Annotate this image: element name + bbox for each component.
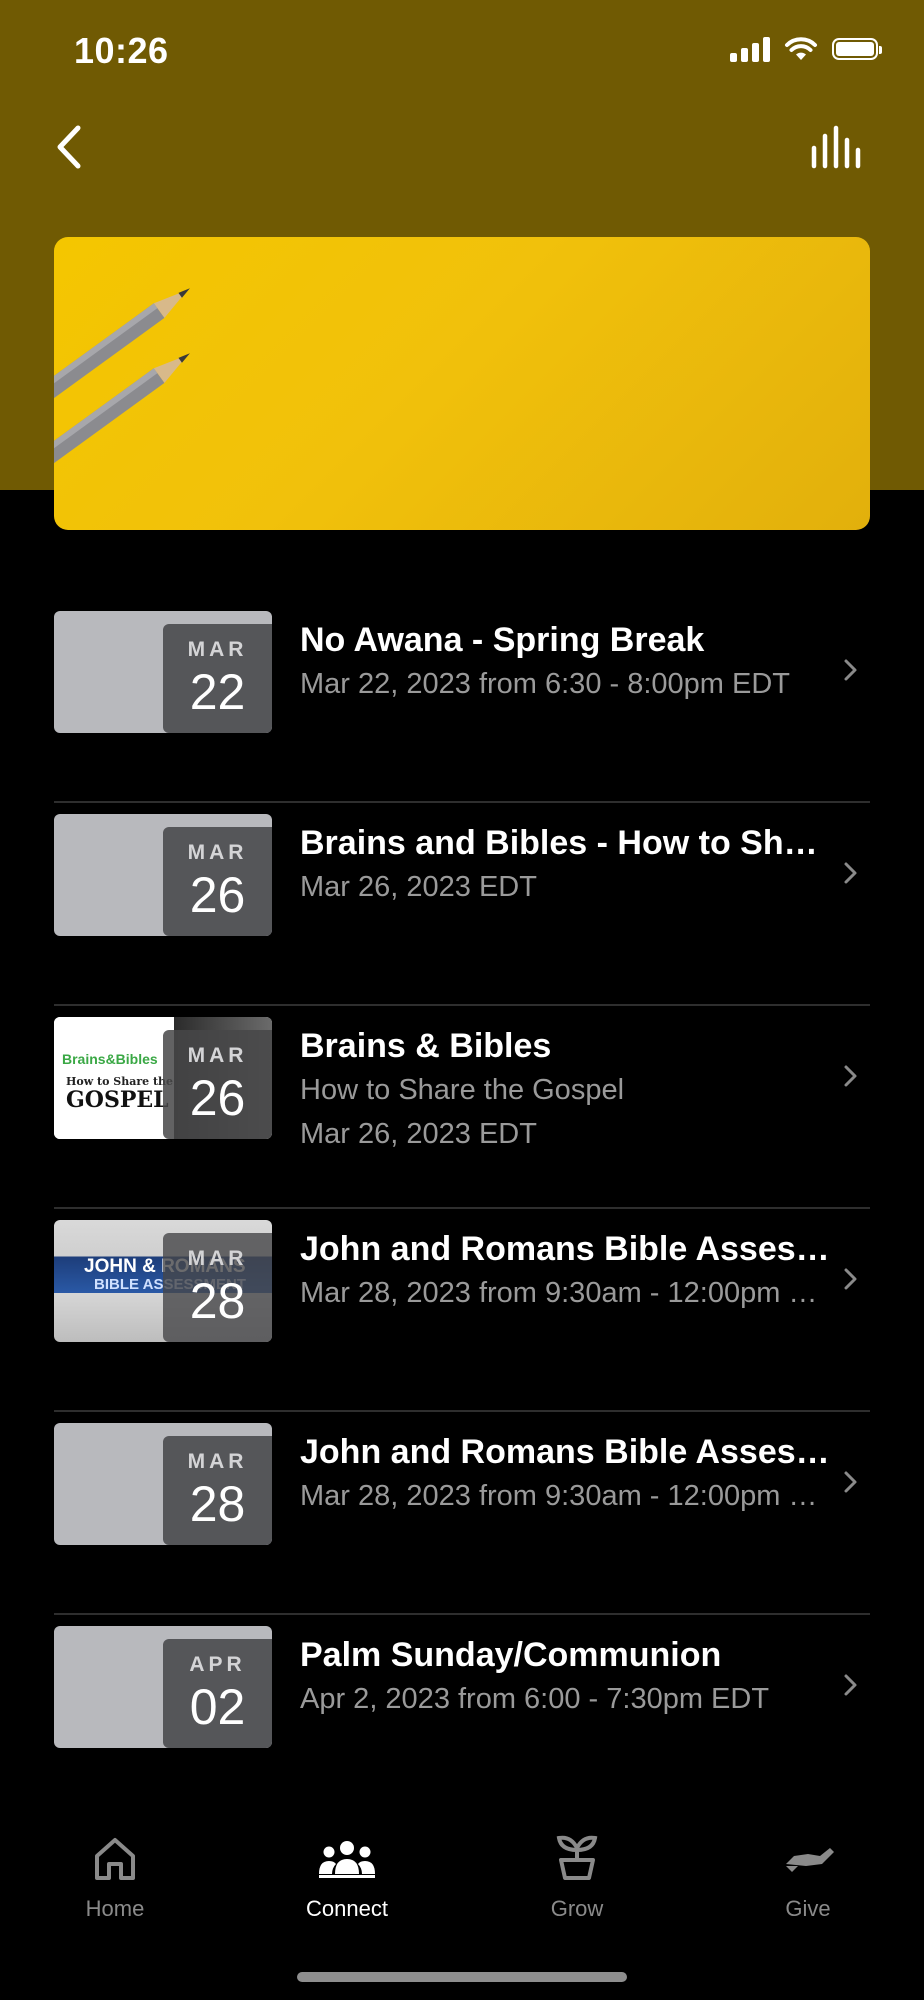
event-row[interactable]: Brains&Bibles How to Share the GOSPEL MA… [54,1006,870,1209]
event-row[interactable]: MAR 22 No Awana - Spring Break Mar 22, 2… [54,600,870,803]
event-row[interactable]: JOHN & ROMANS BIBLE ASSESSMENT MAR 28 Jo… [54,1209,870,1412]
back-button[interactable] [52,118,96,178]
date-day: 28 [189,1273,246,1329]
tab-label: Home [85,1896,145,1921]
event-row[interactable]: MAR 28 John and Romans Bible Assessment … [54,1412,870,1615]
event-title: Brains & Bibles [300,1027,552,1065]
wifi-icon [785,37,817,60]
giving-hand-icon [786,1848,834,1872]
date-badge: MAR 28 [163,1436,272,1545]
home-icon [95,1838,135,1880]
date-month: APR [189,1653,246,1676]
event-date: Apr 2, 2023 from 6:00 - 7:30pm EDT [300,1683,770,1715]
event-date: Mar 26, 2023 EDT [300,871,537,903]
event-title: No Awana - Spring Break [300,621,705,659]
chevron-right-icon [844,1674,857,1696]
date-month: MAR [187,638,248,661]
thumb-brand-text: Brains&Bibles [62,1051,158,1067]
event-title: John and Romans Bible Assessment [300,1433,830,1471]
event-thumbnail: MAR 22 [54,611,272,733]
tab-connect[interactable]: Connect [272,1830,422,1922]
audio-bars-icon [811,125,861,169]
chevron-left-icon [57,125,81,169]
tab-label: Grow [550,1896,604,1921]
event-thumbnail: MAR 26 [54,814,272,936]
event-thumbnail: JOHN & ROMANS BIBLE ASSESSMENT MAR 28 [54,1220,272,1342]
chevron-right-icon [844,862,857,884]
date-badge: MAR 22 [163,624,272,733]
date-month: MAR [187,1247,248,1270]
event-row[interactable]: APR 02 Palm Sunday/Communion Apr 2, 2023… [54,1615,870,1818]
event-title: John and Romans Bible Assessment [300,1230,830,1268]
event-thumbnail: APR 02 [54,1626,272,1748]
event-date: Mar 22, 2023 from 6:30 - 8:00pm EDT [300,668,790,700]
tab-bar: Home Connect Grow Give [0,1790,924,2000]
event-date: Mar 26, 2023 EDT [300,1118,537,1150]
thumb-big-text: GOSPEL [66,1087,169,1113]
event-title: Palm Sunday/Communion [300,1636,722,1674]
tab-grow[interactable]: Grow [502,1830,652,1922]
date-day: 28 [189,1476,246,1532]
chevron-right-icon [844,1471,857,1493]
date-month: MAR [187,841,248,864]
status-bar: 10:26 [0,0,924,100]
event-thumbnail: MAR 28 [54,1423,272,1545]
status-icons [730,36,882,62]
chevron-right-icon [844,659,857,681]
tab-give[interactable]: Give [733,1830,883,1922]
date-badge: APR 02 [163,1639,272,1748]
event-title: Brains and Bibles - How to Share the Gos… [300,824,830,862]
date-month: MAR [187,1044,248,1067]
audio-button[interactable] [810,124,866,172]
event-row[interactable]: MAR 26 Brains and Bibles - How to Share … [54,803,870,1006]
chevron-right-icon [844,1065,857,1087]
date-day: 26 [189,1070,246,1126]
tab-label: Give [785,1896,831,1921]
date-day: 02 [189,1679,246,1735]
date-badge: MAR 28 [163,1233,272,1342]
plant-icon [556,1835,598,1880]
date-badge: MAR 26 [163,1030,272,1139]
event-subtitle: How to Share the Gospel [300,1074,625,1106]
chevron-right-icon [844,1268,857,1290]
pencils-illustration [54,288,190,472]
date-month: MAR [187,1450,248,1473]
tab-label: Connect [306,1896,388,1921]
date-day: 26 [189,867,246,923]
people-icon [319,1841,375,1878]
hero-image [54,237,870,530]
status-time: 10:26 [74,30,169,71]
event-list: MAR 22 No Awana - Spring Break Mar 22, 2… [54,600,870,1818]
tab-home[interactable]: Home [40,1830,190,1922]
date-day: 22 [189,664,246,720]
home-indicator [297,1972,627,1982]
battery-icon [832,38,882,60]
signal-icon [730,36,770,62]
event-thumbnail: Brains&Bibles How to Share the GOSPEL MA… [54,1017,272,1139]
event-date: Mar 28, 2023 from 9:30am - 12:00pm EDT [300,1480,830,1512]
event-date: Mar 28, 2023 from 9:30am - 12:00pm EDT [300,1277,830,1309]
date-badge: MAR 26 [163,827,272,936]
